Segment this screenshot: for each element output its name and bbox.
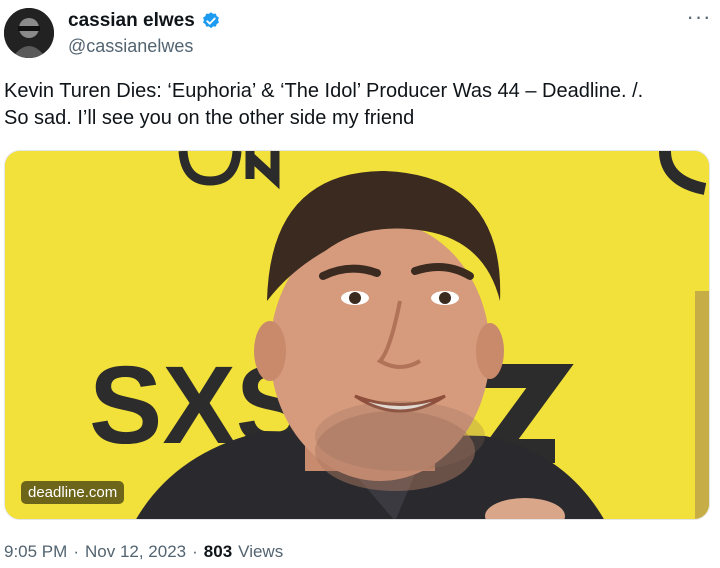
media-photo: SXS	[5, 151, 709, 519]
author-name-row[interactable]: cassian elwes	[68, 10, 221, 32]
tweet-text-line: Kevin Turen Dies: ‘Euphoria’ & ‘The Idol…	[4, 80, 644, 102]
meta-separator: ·	[192, 542, 198, 561]
verified-badge-icon	[201, 11, 221, 31]
avatar-image	[4, 8, 54, 58]
tweet-text: Kevin Turen Dies: ‘Euphoria’ & ‘The Idol…	[4, 78, 704, 132]
tweet-date[interactable]: Nov 12, 2023	[85, 542, 186, 562]
media-source-badge: deadline.com	[21, 481, 125, 504]
author-name[interactable]: cassian elwes	[68, 10, 195, 32]
meta-separator: ·	[73, 542, 79, 561]
author-avatar[interactable]	[4, 8, 54, 58]
tweet-meta: 9:05 PM · Nov 12, 2023 · 803 Views	[4, 542, 283, 562]
tweet-text-line: So sad. I’ll see you on the other side m…	[4, 107, 415, 129]
views-label: Views	[238, 542, 284, 561]
tweet-time[interactable]: 9:05 PM	[4, 542, 67, 562]
author-handle[interactable]: @cassianelwes	[68, 36, 193, 57]
tweet-card: cassian elwes @cassianelwes ··· Kevin Tu…	[0, 0, 720, 568]
more-horizontal-icon[interactable]: ···	[684, 6, 714, 32]
tweet-media-image[interactable]: SXS deadline.com	[4, 150, 710, 520]
views-count: 803	[203, 542, 233, 561]
